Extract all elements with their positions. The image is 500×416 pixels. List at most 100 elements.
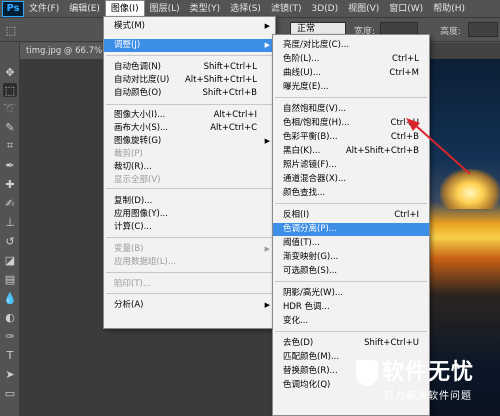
watermark-title: 软件无忧 bbox=[382, 360, 475, 385]
image-menu-item[interactable]: 计算(C)... bbox=[104, 221, 275, 234]
image-menu-item[interactable]: 自动对比度(U) Alt+Shift+Ctrl+L bbox=[104, 74, 275, 87]
adjustments-menu-item[interactable]: HDR 色调... bbox=[273, 301, 429, 314]
eyedropper-tool-icon[interactable]: ✒ bbox=[3, 158, 17, 172]
adjustments-menu-item[interactable]: 可选颜色(S)... bbox=[273, 265, 429, 278]
menu-item-label: 自然饱和度(V)... bbox=[283, 104, 347, 114]
image-menu-item[interactable]: 应用数据组(L)... bbox=[104, 256, 275, 269]
image-menu-item[interactable]: 裁剪(P) bbox=[104, 148, 275, 161]
menu-filter[interactable]: 滤镜(T) bbox=[266, 0, 307, 18]
height-input[interactable] bbox=[468, 22, 498, 37]
menu-window[interactable]: 窗口(W) bbox=[384, 0, 428, 18]
submenu-arrow-icon: ▶ bbox=[264, 41, 270, 49]
pen-tool-icon[interactable]: ✑ bbox=[3, 329, 17, 343]
gradient-tool-icon[interactable]: ▤ bbox=[3, 272, 17, 286]
menu-separator bbox=[106, 104, 273, 105]
adjustments-menu-item[interactable]: 黑白(K)... Alt+Shift+Ctrl+B bbox=[273, 145, 429, 158]
adjustments-menu-item[interactable]: 色阶(L)... Ctrl+L bbox=[273, 53, 429, 66]
menu-image[interactable]: 图像(I) bbox=[104, 0, 145, 18]
image-menu-item[interactable]: 自动颜色(O) Shift+Ctrl+B bbox=[104, 87, 275, 100]
image-menu-item[interactable]: 图像大小(I)... Alt+Ctrl+I bbox=[104, 109, 275, 122]
quick-select-tool-icon[interactable]: ✎ bbox=[3, 120, 17, 134]
blur-tool-icon[interactable]: 💧 bbox=[3, 291, 17, 305]
menu-item-label: 颜色查找... bbox=[283, 188, 326, 198]
menu-item-label: HDR 色调... bbox=[283, 302, 330, 312]
healing-brush-tool-icon[interactable]: ✚ bbox=[3, 177, 17, 191]
marquee-tool-icon[interactable]: ⬚ bbox=[3, 83, 17, 97]
menu-view[interactable]: 视图(V) bbox=[343, 0, 384, 18]
image-menu-item[interactable]: 裁切(R)... bbox=[104, 161, 275, 174]
path-select-tool-icon[interactable]: ➤ bbox=[3, 367, 17, 381]
menu-help[interactable]: 帮助(H) bbox=[428, 0, 470, 18]
image-menu-item[interactable]: 应用图像(Y)... bbox=[104, 208, 275, 221]
menu-separator bbox=[106, 237, 273, 238]
watermark: 软件无忧 努力解决软件问题 bbox=[356, 354, 500, 416]
menu-item-shortcut: Ctrl+L bbox=[392, 54, 419, 64]
menu-3d[interactable]: 3D(D) bbox=[306, 0, 343, 18]
image-menu-item[interactable]: 自动色调(N) Shift+Ctrl+L bbox=[104, 61, 275, 74]
tools-panel: ✥ ⬚ ➰ ✎ ⌗ ✒ ✚ ✍ ⊥ ↺ ◪ ▤ 💧 ◐ ✑ T ➤ ▭ bbox=[0, 43, 20, 416]
brush-tool-icon[interactable]: ✍ bbox=[3, 196, 17, 210]
adjustments-menu-item[interactable]: 色相/饱和度(H)... Ctrl+U bbox=[273, 117, 429, 130]
document-tab[interactable]: timg.jpg @ 66.7% bbox=[20, 43, 109, 59]
image-menu-item[interactable]: 模式(M) ▶ bbox=[104, 20, 275, 33]
menu-file[interactable]: 文件(F) bbox=[24, 0, 64, 18]
image-menu-item[interactable]: 图像旋转(G) ▶ bbox=[104, 135, 275, 148]
submenu-arrow-icon: ▶ bbox=[264, 22, 270, 30]
menu-item-label: 复制(D)... bbox=[114, 196, 153, 206]
menu-item-label: 去色(D) bbox=[283, 338, 314, 348]
image-menu-item[interactable]: 显示全部(V) bbox=[104, 174, 275, 187]
adjustments-menu-item[interactable]: 渐变映射(G)... bbox=[273, 251, 429, 264]
shape-tool-icon[interactable]: ▭ bbox=[3, 386, 17, 400]
adjustments-menu-item[interactable]: 自然饱和度(V)... bbox=[273, 103, 429, 116]
photoshop-logo: Ps bbox=[2, 0, 24, 17]
eraser-tool-icon[interactable]: ◪ bbox=[3, 253, 17, 267]
image-menu-item[interactable]: 调整(J) ▶ bbox=[104, 39, 275, 52]
adjustments-menu-item[interactable]: 变化... bbox=[273, 315, 429, 328]
menu-item-label: 曝光度(E)... bbox=[283, 82, 329, 92]
menu-item-label: 可选颜色(S)... bbox=[283, 266, 338, 276]
adjustments-menu-item[interactable]: 曲线(U)... Ctrl+M bbox=[273, 67, 429, 80]
menu-item-label: 裁切(R)... bbox=[114, 162, 152, 172]
submenu-arrow-icon: ▶ bbox=[264, 301, 270, 309]
height-label: 高度: bbox=[440, 27, 462, 37]
marquee-options-icon[interactable]: ⬚ bbox=[4, 23, 18, 37]
adjustments-menu-item[interactable]: 照片滤镜(F)... bbox=[273, 159, 429, 172]
adjustments-menu-item[interactable]: 色调分离(P)... bbox=[273, 223, 429, 236]
menu-item-label: 渐变映射(G)... bbox=[283, 252, 339, 262]
menu-item-shortcut: Ctrl+B bbox=[390, 132, 419, 142]
menu-item-label: 图像大小(I)... bbox=[114, 110, 166, 120]
lasso-tool-icon[interactable]: ➰ bbox=[3, 101, 17, 115]
image-menu-item[interactable]: 变量(B) ▶ bbox=[104, 243, 275, 256]
adjustments-menu-item[interactable]: 阴影/高光(W)... bbox=[273, 287, 429, 300]
watermark-shield-icon bbox=[356, 360, 378, 386]
image-menu-item[interactable]: 画布大小(S)... Alt+Ctrl+C bbox=[104, 122, 275, 135]
menu-item-label: 图像旋转(G) bbox=[114, 136, 162, 146]
adjustments-menu-item[interactable]: 去色(D) Shift+Ctrl+U bbox=[273, 337, 429, 350]
dodge-tool-icon[interactable]: ◐ bbox=[3, 310, 17, 324]
adjustments-menu-item[interactable]: 颜色查找... bbox=[273, 187, 429, 200]
menu-edit[interactable]: 编辑(E) bbox=[64, 0, 105, 18]
menu-layer[interactable]: 图层(L) bbox=[145, 0, 185, 18]
adjustments-menu-item[interactable]: 阈值(T)... bbox=[273, 237, 429, 250]
adjustments-menu-item[interactable]: 反相(I) Ctrl+I bbox=[273, 209, 429, 222]
menu-select[interactable]: 选择(S) bbox=[225, 0, 266, 18]
menu-item-label: 黑白(K)... bbox=[283, 146, 321, 156]
image-menu-item[interactable]: 陷印(T)... bbox=[104, 278, 275, 291]
menu-item-shortcut: Ctrl+I bbox=[394, 210, 419, 220]
adjustments-menu-item[interactable]: 曝光度(E)... bbox=[273, 81, 429, 94]
menu-item-label: 画布大小(S)... bbox=[114, 123, 169, 133]
menu-item-label: 模式(M) bbox=[114, 21, 145, 31]
menu-type[interactable]: 类型(Y) bbox=[185, 0, 226, 18]
image-menu-item[interactable]: 复制(D)... bbox=[104, 195, 275, 208]
adjustments-menu-item[interactable]: 亮度/对比度(C)... bbox=[273, 39, 429, 52]
type-tool-icon[interactable]: T bbox=[3, 348, 17, 362]
crop-tool-icon[interactable]: ⌗ bbox=[3, 139, 17, 153]
history-brush-tool-icon[interactable]: ↺ bbox=[3, 234, 17, 248]
adjustments-menu-item[interactable]: 色彩平衡(B)... Ctrl+B bbox=[273, 131, 429, 144]
clone-stamp-tool-icon[interactable]: ⊥ bbox=[3, 215, 17, 229]
move-tool-icon[interactable]: ✥ bbox=[3, 65, 17, 79]
menu-separator bbox=[106, 293, 273, 294]
adjustments-menu-item[interactable]: 通道混合器(X)... bbox=[273, 173, 429, 186]
submenu-arrow-icon: ▶ bbox=[264, 245, 270, 253]
image-menu-item[interactable]: 分析(A) ▶ bbox=[104, 299, 275, 312]
